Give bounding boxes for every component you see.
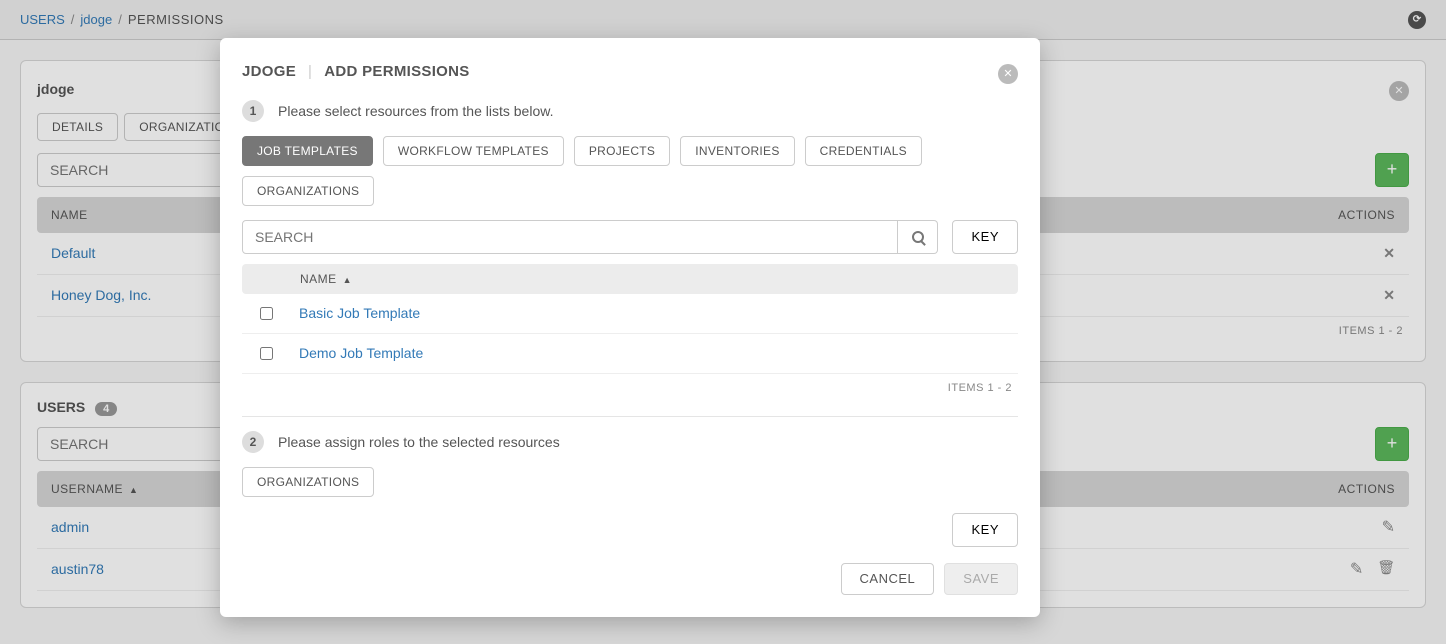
resource-type-tabs: JOB TEMPLATES WORKFLOW TEMPLATES PROJECT… [242, 136, 1018, 206]
row-checkbox[interactable] [260, 307, 273, 320]
resource-link[interactable]: Demo Job Template [299, 345, 423, 361]
step-1-text: Please select resources from the lists b… [278, 103, 553, 119]
step-1-badge: 1 [242, 100, 264, 122]
modal-table-header: NAME▲ [242, 264, 1018, 294]
cancel-button[interactable]: CANCEL [841, 563, 935, 595]
divider [242, 416, 1018, 417]
resource-row: Demo Job Template [242, 334, 1018, 374]
tab-projects[interactable]: PROJECTS [574, 136, 670, 166]
add-permissions-modal: JDOGE | ADD PERMISSIONS ✕ 1 Please selec… [220, 38, 1040, 617]
tab-job-templates[interactable]: JOB TEMPLATES [242, 136, 373, 166]
tab-workflow-templates[interactable]: WORKFLOW TEMPLATES [383, 136, 564, 166]
close-icon: ✕ [998, 64, 1018, 84]
tab-organizations[interactable]: ORGANIZATIONS [242, 176, 374, 206]
key-button-2[interactable]: KEY [952, 513, 1018, 547]
modal-title: JDOGE | ADD PERMISSIONS [242, 63, 470, 80]
role-tabs: ORGANIZATIONS [242, 467, 1018, 497]
role-tab-organizations[interactable]: ORGANIZATIONS [242, 467, 374, 497]
resource-link[interactable]: Basic Job Template [299, 305, 420, 321]
step-2-text: Please assign roles to the selected reso… [278, 434, 560, 450]
sort-asc-icon: ▲ [343, 275, 352, 285]
save-button[interactable]: SAVE [944, 563, 1018, 595]
th-name[interactable]: NAME▲ [300, 272, 352, 286]
tab-inventories[interactable]: INVENTORIES [680, 136, 794, 166]
row-checkbox[interactable] [260, 347, 273, 360]
items-footer: ITEMS 1 - 2 [242, 374, 1018, 402]
search-icon [912, 231, 924, 243]
resource-row: Basic Job Template [242, 294, 1018, 334]
key-button[interactable]: KEY [952, 220, 1018, 254]
modal-close-button[interactable]: ✕ [998, 60, 1018, 84]
tab-credentials[interactable]: CREDENTIALS [805, 136, 922, 166]
modal-search-input[interactable] [242, 220, 898, 254]
modal-search-button[interactable] [898, 220, 938, 254]
step-2-badge: 2 [242, 431, 264, 453]
